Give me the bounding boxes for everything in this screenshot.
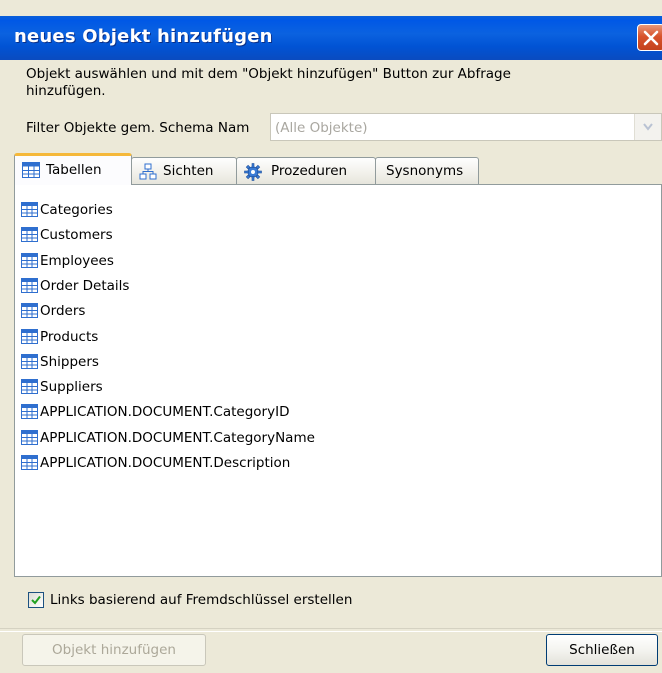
- list-item-label: Products: [40, 328, 99, 345]
- dropdown-arrow-button[interactable]: [634, 114, 661, 140]
- object-list: Categories Customers Employees Order Detail…: [14, 184, 662, 577]
- table-icon: [21, 429, 38, 445]
- table-icon: [21, 328, 38, 344]
- dialog-window: neues Objekt hinzufügen Objekt auswählen…: [0, 0, 662, 673]
- list-item-label: Customers: [40, 227, 113, 244]
- tab-label: Tabellen: [46, 162, 102, 178]
- list-item-label: APPLICATION.DOCUMENT.Description: [40, 455, 291, 471]
- tab-label: Prozeduren: [271, 163, 348, 179]
- tab-sysnonyms[interactable]: Sysnonyms: [375, 157, 479, 184]
- tab-tabellen[interactable]: Tabellen: [14, 153, 132, 185]
- chevron-down-icon: [643, 123, 653, 131]
- title-bar: neues Objekt hinzufügen: [0, 16, 662, 60]
- list-item-label: Employees: [40, 252, 114, 269]
- list-item-label: Shippers: [40, 353, 99, 370]
- object-type-tabs: Tabellen Sichten Prozeduren Sysnonyms: [14, 153, 662, 185]
- checkmark-icon: [31, 595, 41, 605]
- table-icon: [21, 227, 38, 243]
- table-icon: [21, 404, 38, 420]
- view-icon: [139, 163, 157, 180]
- tab-label: Sichten: [163, 163, 214, 179]
- foreign-key-links-label: Links basierend auf Fremdschlüssel erste…: [50, 592, 353, 608]
- close-dialog-button[interactable]: Schließen: [546, 634, 658, 666]
- close-icon: [643, 30, 659, 46]
- footer-divider: [0, 628, 662, 632]
- table-icon: [21, 303, 38, 319]
- list-item-label: APPLICATION.DOCUMENT.CategoryName: [40, 429, 315, 446]
- close-button[interactable]: [637, 24, 662, 51]
- table-icon: [21, 379, 38, 395]
- tab-sichten[interactable]: Sichten: [131, 157, 237, 184]
- list-item-label: Suppliers: [40, 379, 103, 396]
- tab-prozeduren[interactable]: Prozeduren: [236, 157, 376, 184]
- schema-filter-value: (Alle Objekte): [275, 120, 368, 136]
- table-icon: [21, 252, 38, 268]
- table-icon: [21, 277, 38, 293]
- filter-label: Filter Objekte gem. Schema Nam: [26, 120, 250, 136]
- table-icon: [21, 202, 38, 217]
- instruction-text: Objekt auswählen und mit dem "Objekt hin…: [26, 66, 511, 99]
- list-item-label: Order Details: [40, 277, 130, 294]
- procedure-gear-icon: [244, 163, 262, 181]
- tab-label: Sysnonyms: [386, 163, 464, 179]
- window-title: neues Objekt hinzufügen: [14, 26, 273, 47]
- add-object-button[interactable]: Objekt hinzufügen: [22, 634, 206, 666]
- list-item-label: Categories: [40, 202, 113, 218]
- schema-filter-select[interactable]: (Alle Objekte): [270, 113, 662, 141]
- table-icon: [22, 162, 40, 178]
- list-item-label: APPLICATION.DOCUMENT.CategoryID: [40, 404, 290, 421]
- table-icon: [21, 353, 38, 369]
- table-icon: [21, 455, 38, 470]
- foreign-key-links-checkbox[interactable]: [28, 592, 44, 608]
- list-item-label: Orders: [40, 303, 86, 320]
